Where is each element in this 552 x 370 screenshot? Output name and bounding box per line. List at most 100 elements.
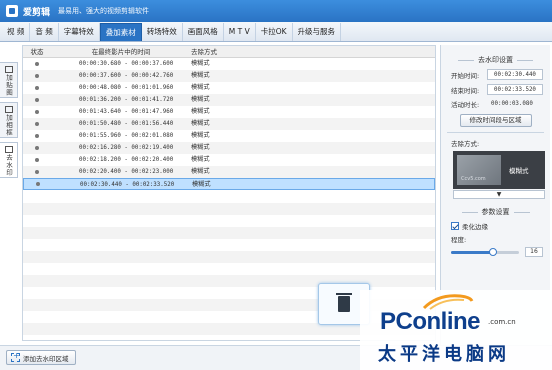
status-cell	[24, 179, 52, 189]
add-region-icon	[11, 351, 20, 362]
table-body: 00:00:30.680 - 00:00:37.600 模糊式 00:00:37.6…	[23, 58, 435, 190]
chevron-down-icon: ▼	[496, 191, 502, 198]
mode-cell: 模糊式	[191, 60, 210, 67]
params-title: 参数设置	[441, 207, 550, 217]
table-row[interactable]: 00:02:18.200 - 00:02:20.400 模糊式	[23, 154, 435, 166]
table-row[interactable]: 00:01:50.480 - 00:01:56.440 模糊式	[23, 118, 435, 130]
time-cell: 00:00:48.080 - 00:01:01.960	[79, 85, 174, 91]
status-dot-icon	[35, 170, 39, 174]
tab-video[interactable]: 视 频	[2, 23, 31, 41]
status-dot-icon	[35, 62, 39, 66]
mode-cell: 模糊式	[191, 168, 210, 175]
duration-label: 活动时长:	[451, 101, 480, 109]
end-time-label: 结束时间:	[451, 86, 480, 95]
start-time-row: 开始时间: 00:02:30.440	[451, 69, 550, 80]
mode-name: 模糊式	[509, 167, 529, 175]
side-tab-list: 加贴图 加相框 去水印	[0, 62, 20, 182]
degree-slider[interactable]	[451, 247, 519, 256]
time-cell: 00:02:30.440 - 00:02:33.520	[80, 182, 175, 188]
header-time: 在最终影片中的时间	[91, 48, 151, 56]
end-time-field[interactable]: 00:02:33.520	[487, 84, 543, 95]
table-row[interactable]: 00:00:48.080 - 00:01:01.960 模糊式	[23, 82, 435, 94]
modify-time-region-button[interactable]: 修改时间段与区域	[459, 114, 532, 127]
slider-thumb[interactable]	[489, 247, 498, 256]
mode-cell: 模糊式	[191, 156, 210, 163]
status-cell	[23, 118, 51, 130]
mode-cell: 模糊式	[191, 96, 210, 103]
tab-picture-style[interactable]: 画面风格	[183, 23, 224, 41]
table-row[interactable]: 00:02:16.280 - 00:02:19.400 模糊式	[23, 142, 435, 154]
mode-dropdown[interactable]: ▼	[453, 190, 545, 199]
soften-edge-row[interactable]: 柔化边缘	[451, 221, 550, 231]
add-watermark-region-button[interactable]: 添加去水印区域	[6, 350, 76, 365]
table-row[interactable]: 00:00:37.600 - 00:00:42.760 模糊式	[23, 70, 435, 82]
site-watermark-logo: PConline .com.cn 太平洋电脑网	[360, 290, 552, 370]
duration-value: 00:00:03.080	[491, 101, 533, 107]
table-row[interactable]: 00:01:55.960 - 00:02:01.080 模糊式	[23, 130, 435, 142]
tab-upgrade-service[interactable]: 升级与服务	[293, 23, 342, 41]
mode-cell: 模糊式	[191, 144, 210, 151]
header-status: 状态	[30, 48, 44, 56]
degree-slider-row: 16	[451, 247, 550, 257]
app-name: 爱剪辑	[23, 7, 51, 18]
title-bar: 爱剪辑 最易用、强大的视频剪辑软件	[0, 0, 552, 22]
table-row[interactable]: 00:02:20.400 - 00:02:23.000 模糊式	[23, 166, 435, 178]
side-tab-label: 去水印	[4, 154, 13, 177]
side-tab-add-sticker[interactable]: 加贴图	[0, 62, 18, 98]
tab-mtv[interactable]: M T V	[224, 23, 256, 41]
time-cell: 00:02:20.400 - 00:02:23.000	[79, 169, 174, 175]
mode-cell: 模糊式	[191, 72, 210, 79]
tab-subtitle-effects[interactable]: 字幕特效	[59, 23, 100, 41]
header-mode: 去除方式	[191, 48, 217, 56]
frame-icon	[4, 106, 13, 113]
panel-title: 去水印设置	[441, 55, 550, 65]
mode-thumbnail: Ccv5.com	[457, 155, 501, 185]
table-row[interactable]: 00:01:36.200 - 00:01:41.720 模糊式	[23, 94, 435, 106]
soften-edge-label: 柔化边缘	[462, 223, 488, 231]
time-cell: 00:01:36.200 - 00:01:41.720	[79, 97, 174, 103]
tab-audio[interactable]: 音 频	[30, 23, 59, 41]
watermark-chinese-name: 太平洋电脑网	[378, 344, 510, 365]
status-cell	[23, 94, 51, 106]
time-cell: 00:02:16.280 - 00:02:19.400	[79, 145, 174, 151]
side-tab-add-frame[interactable]: 加相框	[0, 102, 18, 138]
status-cell	[23, 166, 51, 178]
mode-cell: 模糊式	[191, 120, 210, 127]
status-dot-icon	[35, 98, 39, 102]
side-tab-label: 加相框	[4, 114, 13, 137]
mode-cell: 模糊式	[192, 181, 211, 188]
side-tab-remove-watermark[interactable]: 去水印	[0, 142, 18, 178]
add-watermark-region-label: 添加去水印区域	[23, 354, 69, 363]
status-cell	[23, 130, 51, 142]
status-dot-icon	[35, 74, 39, 78]
status-dot-icon	[35, 110, 39, 114]
time-cell: 00:00:37.600 - 00:00:42.760	[79, 73, 174, 79]
watermark-brand: PConline	[380, 308, 481, 335]
tab-transition-effects[interactable]: 转场特效	[142, 23, 183, 41]
time-cell: 00:01:55.960 - 00:02:01.080	[79, 133, 174, 139]
duration-row: 活动时长: 00:00:03.080	[451, 99, 550, 109]
table-row[interactable]: 00:01:43.640 - 00:01:47.960 模糊式	[23, 106, 435, 118]
status-dot-icon	[35, 146, 39, 150]
degree-value[interactable]: 16	[525, 247, 543, 257]
start-time-field[interactable]: 00:02:30.440	[487, 69, 543, 80]
soften-edge-checkbox[interactable]	[451, 222, 459, 230]
time-cell: 00:02:18.200 - 00:02:20.400	[79, 157, 174, 163]
table-row[interactable]: 00:02:30.440 - 00:02:33.520 模糊式	[23, 178, 435, 190]
status-cell	[23, 70, 51, 82]
mode-label: 去除方式:	[451, 140, 480, 148]
degree-row: 程度:	[451, 234, 550, 244]
start-time-label: 开始时间:	[451, 71, 480, 80]
app-slogan: 最易用、强大的视频剪辑软件	[58, 7, 150, 15]
tab-karaoke[interactable]: 卡拉OK	[256, 23, 293, 41]
tab-overlay-materials[interactable]: 叠加素材	[99, 23, 142, 41]
table-row[interactable]: 00:00:30.680 - 00:00:37.600 模糊式	[23, 58, 435, 70]
mode-preview[interactable]: Ccv5.com 模糊式	[453, 151, 545, 189]
divider	[447, 132, 544, 133]
sticker-icon	[4, 66, 13, 73]
status-dot-icon	[36, 182, 40, 186]
time-cell: 00:00:30.680 - 00:00:37.600	[79, 61, 174, 67]
degree-label: 程度:	[451, 236, 467, 244]
app-logo-icon	[6, 5, 18, 17]
status-cell	[23, 58, 51, 70]
